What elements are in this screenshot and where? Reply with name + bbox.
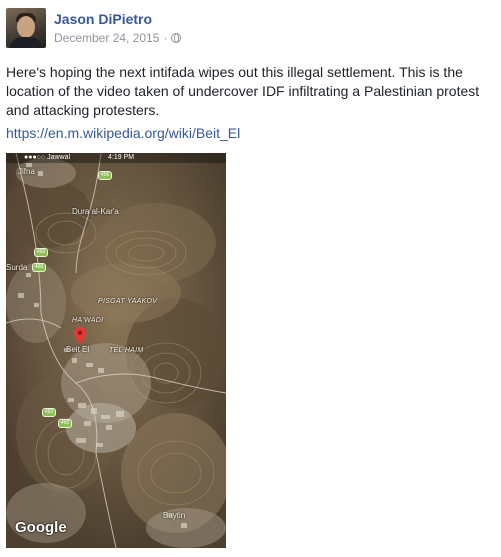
route-badge-466-c: 466 [58,419,72,428]
route-badge-466-a: 466 [34,248,48,257]
status-time: 4:19 PM [108,154,135,161]
map-label-hawadi: HA'WADI [72,317,104,324]
google-attribution: Google [15,519,67,536]
post-date-line: December 24, 2015 · [54,29,182,47]
post-header: Jason DiPietro December 24, 2015 · [6,8,182,48]
map-label-beitel: Beit El [66,345,90,354]
map-label-jifna: Jifna [18,167,35,176]
post-meta: Jason DiPietro December 24, 2015 · [54,10,182,48]
post-text: Here's hoping the next intifada wipes ou… [6,64,480,118]
map-label-telhaim: TEL HAIM [109,347,144,354]
route-badge-466-b: 466 [32,263,46,272]
author-name[interactable]: Jason DiPietro [54,10,181,28]
map-label-dura: Dura al-Kar'a [72,207,119,216]
map-label-surda: Surda [6,263,28,272]
route-badge-466-top: 466 [98,171,112,180]
map-label-baytin: Baytin [163,511,186,520]
map-label-pisgat: PISGAT YAAKOV [98,298,158,305]
globe-icon[interactable] [171,33,182,43]
separator-dot: · [163,31,168,45]
route-badge-463: 463 [42,408,56,417]
phone-status-bar: ●●●○○ Jawwal 4:19 PM [6,153,226,163]
map-screenshot-image[interactable]: ●●●○○ Jawwal 4:19 PM Jifna Dura al-Kar'a… [6,153,226,548]
post-date[interactable]: December 24, 2015 [54,29,159,47]
carrier-label: ●●●○○ Jawwal [24,154,71,161]
location-pin-icon[interactable] [74,327,86,344]
avatar[interactable] [6,8,46,48]
post-link[interactable]: https://en.m.wikipedia.org/wiki/Beit_El [6,124,240,143]
